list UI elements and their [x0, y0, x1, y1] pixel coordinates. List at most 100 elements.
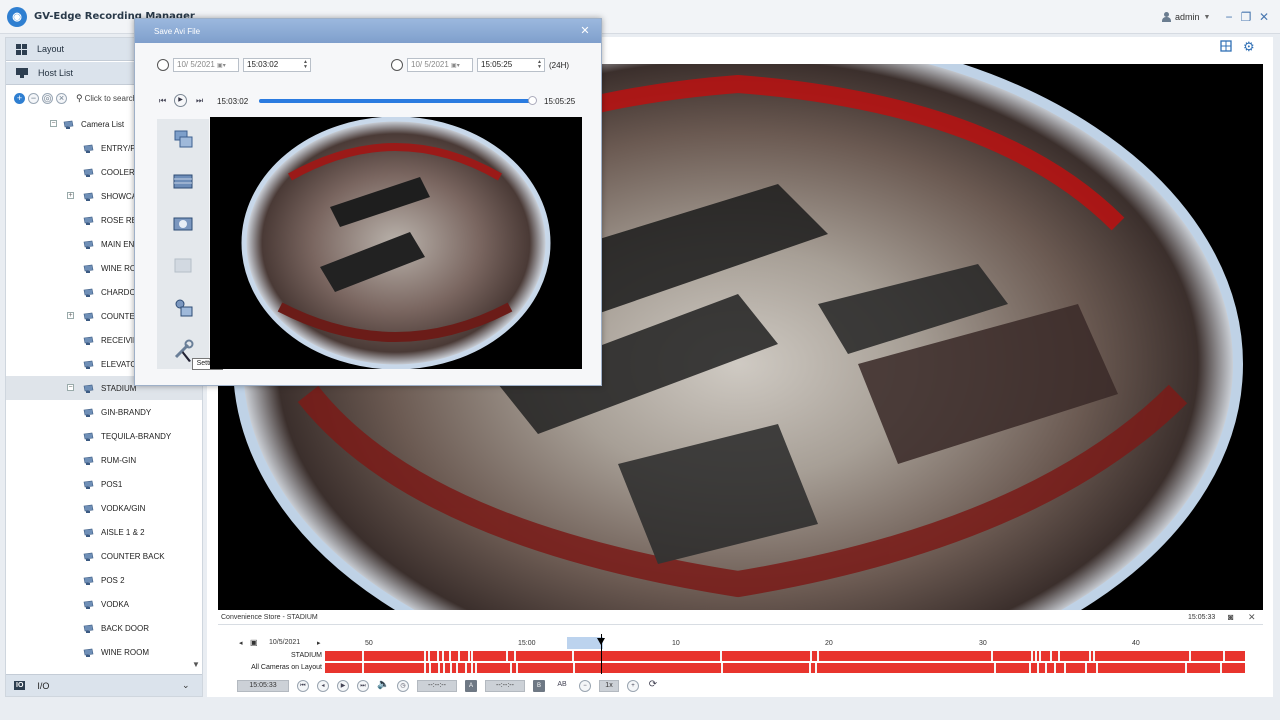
- recording-gap: [1037, 663, 1039, 673]
- tree-camera-item[interactable]: TEQUILA-BRANDY: [6, 424, 202, 448]
- recording-gap: [1064, 663, 1066, 673]
- tree-camera-item[interactable]: RUM-GIN: [6, 448, 202, 472]
- recording-gap: [456, 663, 458, 673]
- skip-start-icon[interactable]: ⏮: [297, 680, 309, 692]
- tree-camera-item[interactable]: POS1: [6, 472, 202, 496]
- io-panel-header[interactable]: IO I/O ⌄: [6, 674, 202, 696]
- search-placeholder: Click to search: [84, 93, 138, 103]
- mark-b-button[interactable]: B: [533, 680, 545, 692]
- recording-gap: [1039, 651, 1041, 661]
- zoom-out-icon[interactable]: −: [579, 680, 591, 692]
- snapshot-camera-icon[interactable]: [169, 211, 197, 237]
- mark-b-time[interactable]: --:--:--: [485, 680, 525, 692]
- collapse-icon[interactable]: −: [50, 120, 57, 127]
- user-menu[interactable]: admin ▼: [1162, 10, 1210, 24]
- clock-icon[interactable]: ◷: [397, 680, 409, 692]
- dialog-play-icon[interactable]: ▶: [174, 94, 187, 107]
- app-logo-icon: ◉: [7, 7, 27, 27]
- close-view-icon[interactable]: ✕: [1248, 612, 1256, 623]
- recording-gap: [721, 663, 723, 673]
- track2-label: All Cameras on Layout: [251, 664, 322, 671]
- camera-icon: [83, 504, 94, 513]
- dialog-skip-back-icon[interactable]: ⏮: [159, 96, 166, 106]
- next-day-icon[interactable]: ▸: [317, 639, 321, 647]
- camera-icon: [83, 216, 94, 225]
- maximize-button[interactable]: ❐: [1239, 10, 1253, 24]
- mark-a-time[interactable]: --:--:--: [417, 680, 457, 692]
- current-time-field[interactable]: 15:05:33: [237, 680, 289, 692]
- dialog-skip-forward-icon[interactable]: ⏭: [196, 96, 203, 106]
- camera-label: RUM-GIN: [101, 455, 137, 465]
- tree-camera-item[interactable]: POS 2: [6, 568, 202, 592]
- recording-gap: [1035, 651, 1037, 661]
- image-adjust-icon[interactable]: [169, 169, 197, 195]
- prev-day-icon[interactable]: ◂: [239, 639, 243, 647]
- tree-camera-item[interactable]: COUNTER BACK: [6, 544, 202, 568]
- recording-gap: [471, 663, 473, 673]
- volume-icon[interactable]: 🔈: [377, 680, 389, 692]
- layout-switch-icon[interactable]: [1220, 40, 1232, 52]
- start-date-field[interactable]: 10/ 5/2021 ▣▾: [173, 58, 239, 72]
- step-back-icon[interactable]: ◂: [317, 680, 329, 692]
- add-host-icon[interactable]: +: [14, 92, 25, 104]
- calendar-icon[interactable]: ▣: [250, 638, 258, 647]
- speed-field[interactable]: 1x: [599, 680, 619, 692]
- recording-gap: [475, 663, 477, 673]
- zoom-in-icon[interactable]: +: [627, 680, 639, 692]
- print-disabled-icon: [169, 253, 197, 279]
- refresh-icon[interactable]: ⟳: [647, 680, 659, 692]
- settings-gear-icon[interactable]: ⚙: [1243, 39, 1255, 55]
- camera-label: POS 2: [101, 575, 125, 585]
- close-app-button[interactable]: ✕: [1257, 10, 1271, 24]
- tree-camera-item[interactable]: WINE ROOM: [6, 640, 202, 664]
- dialog-title-bar[interactable]: Save Avi File: [135, 19, 601, 43]
- camera-label: COOLER: [101, 167, 135, 177]
- expand-icon[interactable]: −: [67, 384, 74, 391]
- recording-gap: [810, 651, 812, 661]
- recording-gap: [429, 663, 431, 673]
- remove-host-icon[interactable]: −: [28, 92, 39, 104]
- snapshot-icon[interactable]: ◙: [1228, 612, 1233, 622]
- camera-icon: [83, 648, 94, 657]
- timeline-date: 10/5/2021: [269, 639, 301, 646]
- recording-gap: [465, 663, 467, 673]
- end-clock-icon: [391, 59, 403, 71]
- export-camera-icon[interactable]: [169, 295, 197, 321]
- layout-grid-icon: [16, 43, 27, 55]
- recording-gap: [516, 663, 518, 673]
- camera-label: VODKA/GIN: [101, 503, 146, 513]
- minimize-button[interactable]: −: [1222, 10, 1236, 24]
- end-date-field[interactable]: 10/ 5/2021 ▣▾: [407, 58, 473, 72]
- scroll-down-icon[interactable]: ▼: [191, 660, 201, 670]
- end-time-field[interactable]: 15:05:25 ▲ ▼: [477, 58, 545, 72]
- expand-icon[interactable]: +: [67, 312, 74, 319]
- progress-fill: [259, 99, 532, 103]
- skip-end-icon[interactable]: ⏭: [357, 680, 369, 692]
- camera-label: VODKA: [101, 599, 130, 609]
- dialog-close-button[interactable]: ✕: [579, 25, 591, 37]
- play-end-time: 15:05:25: [544, 97, 576, 106]
- recording-gap: [1085, 663, 1087, 673]
- expand-icon[interactable]: +: [67, 192, 74, 199]
- tree-camera-item[interactable]: VODKA: [6, 592, 202, 616]
- camera-label: COUNTER BACK: [101, 551, 165, 561]
- timeline[interactable]: ◂ ▣ 10/5/2021 ▸ 50 15:00 10 20 30 40 STADIUM …: [237, 634, 1249, 676]
- progress-knob[interactable]: [528, 96, 537, 105]
- recording-gap: [362, 663, 364, 673]
- disconnect-icon[interactable]: ×: [56, 92, 67, 104]
- camera-icon: [83, 384, 94, 393]
- start-time-field[interactable]: 15:03:02 ▲ ▼: [243, 58, 311, 72]
- tree-camera-item[interactable]: AISLE 1 & 2: [6, 520, 202, 544]
- play-icon[interactable]: ▶: [337, 680, 349, 692]
- tree-camera-item[interactable]: BACK DOOR: [6, 616, 202, 640]
- io-label: I/O: [37, 680, 50, 691]
- split-view-icon[interactable]: [169, 127, 197, 153]
- connect-icon[interactable]: ◎: [42, 92, 53, 104]
- track2-recordings[interactable]: [325, 663, 1245, 673]
- ab-repeat-button[interactable]: AB: [553, 680, 571, 692]
- mark-a-button[interactable]: A: [465, 680, 477, 692]
- recording-gap: [1050, 651, 1052, 661]
- track1-recordings[interactable]: [325, 651, 1245, 661]
- tree-camera-item[interactable]: GIN-BRANDY: [6, 400, 202, 424]
- tree-camera-item[interactable]: VODKA/GIN: [6, 496, 202, 520]
